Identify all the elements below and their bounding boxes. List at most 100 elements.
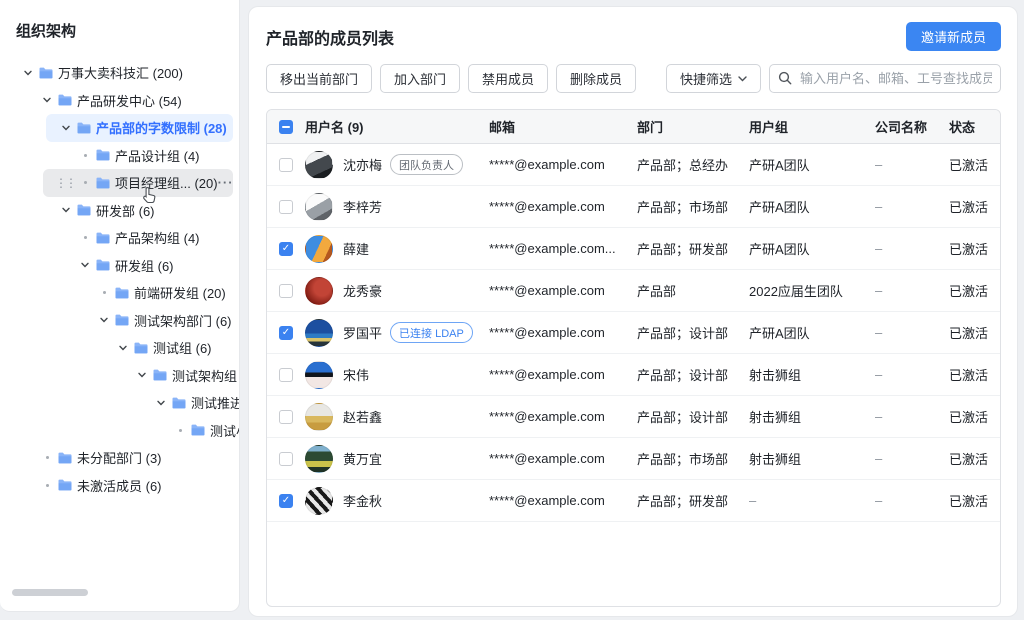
- row-checkbox[interactable]: [279, 326, 293, 340]
- member-panel: 产品部的成员列表 邀请新成员 移出当前部门加入部门禁用成员删除成员 快捷筛选 用…: [248, 6, 1018, 617]
- table-row[interactable]: 沈亦梅 团队负责人 *****@example.com 产品部；总经办 产研A团…: [267, 144, 1000, 186]
- avatar: [305, 445, 333, 473]
- select-all-checkbox[interactable]: [279, 120, 293, 134]
- member-department: 产品部；研发部: [637, 239, 749, 258]
- chevron-down-icon[interactable]: [42, 95, 52, 105]
- member-company: –: [875, 409, 949, 424]
- tree-item[interactable]: 产品架构组 (4): [65, 224, 233, 252]
- column-header[interactable]: 邮箱: [489, 117, 637, 136]
- member-status: 已激活: [949, 239, 1000, 258]
- tree-item-label: 测试架构组 (6): [172, 366, 240, 385]
- hand-cursor-icon: [142, 186, 158, 204]
- chevron-down-icon[interactable]: [137, 370, 147, 380]
- folder-icon: [57, 477, 73, 493]
- search-box[interactable]: [769, 64, 1001, 93]
- tree-item[interactable]: 未激活成员 (6): [27, 472, 233, 500]
- member-company: –: [875, 241, 949, 256]
- chevron-down-icon[interactable]: [118, 343, 128, 353]
- avatar: [305, 487, 333, 515]
- drag-handle-icon[interactable]: ⋮⋮: [55, 176, 77, 190]
- quick-filter-dropdown[interactable]: 快捷筛选: [666, 64, 761, 93]
- member-company: –: [875, 367, 949, 382]
- chevron-down-icon[interactable]: [99, 315, 109, 325]
- folder-icon: [95, 257, 111, 273]
- bulk-actions: 移出当前部门加入部门禁用成员删除成员: [266, 64, 636, 93]
- table-row[interactable]: 李梓芳 *****@example.com 产品部；市场部 产研A团队 – 已激…: [267, 186, 1000, 228]
- horizontal-scrollbar-thumb[interactable]: [12, 589, 88, 596]
- chevron-down-icon[interactable]: [61, 123, 71, 133]
- row-checkbox[interactable]: [279, 158, 293, 172]
- column-header[interactable]: 用户组: [749, 117, 875, 136]
- tree-item[interactable]: 测试架构部门 (6): [84, 307, 233, 335]
- invite-member-button[interactable]: 邀请新成员: [906, 22, 1001, 51]
- toolbar: 移出当前部门加入部门禁用成员删除成员 快捷筛选: [249, 64, 1017, 93]
- chevron-down-icon[interactable]: [80, 260, 90, 270]
- row-checkbox[interactable]: [279, 284, 293, 298]
- table-head-cells: 用户名 (9)邮箱部门用户组公司名称状态: [305, 117, 1000, 136]
- tree-item[interactable]: 研发组 (6): [65, 252, 233, 280]
- member-usergroup: 产研A团队: [749, 323, 875, 342]
- avatar: [305, 277, 333, 305]
- tree-item[interactable]: 前端研发组 (20): [84, 279, 233, 307]
- table-row[interactable]: 罗国平 已连接 LDAP *****@example.com 产品部；设计部 产…: [267, 312, 1000, 354]
- table-row[interactable]: 李金秋 *****@example.com 产品部；研发部 – – 已激活: [267, 480, 1000, 522]
- chevron-down-icon[interactable]: [61, 205, 71, 215]
- column-header[interactable]: 公司名称: [875, 117, 949, 136]
- row-checkbox[interactable]: [279, 494, 293, 508]
- bulk-action-button[interactable]: 移出当前部门: [266, 64, 372, 93]
- tree-item[interactable]: 万事大卖科技汇 (200): [8, 59, 233, 87]
- row-checkbox[interactable]: [279, 242, 293, 256]
- member-name: 罗国平: [343, 323, 382, 342]
- member-department: 产品部；市场部: [637, 197, 749, 216]
- more-actions-icon[interactable]: ···: [218, 175, 240, 190]
- folder-icon: [57, 450, 73, 466]
- bulk-action-button[interactable]: 禁用成员: [468, 64, 548, 93]
- row-checkbox[interactable]: [279, 200, 293, 214]
- table-row[interactable]: 赵若鑫 *****@example.com 产品部；设计部 射击狮组 – 已激活: [267, 396, 1000, 438]
- member-name: 黄万宜: [343, 449, 382, 468]
- tree-item[interactable]: ⋮⋮ 项目经理组... (20) ···: [43, 169, 233, 197]
- table-row[interactable]: 宋伟 *****@example.com 产品部；设计部 射击狮组 – 已激活: [267, 354, 1000, 396]
- leaf-dot-icon: [84, 154, 87, 157]
- folder-icon: [95, 147, 111, 163]
- folder-icon: [114, 285, 130, 301]
- row-checkbox[interactable]: [279, 410, 293, 424]
- tree-item-label: 产品部的字数限制 (28): [96, 118, 227, 137]
- tree-item[interactable]: 测试架构组 (6): [122, 362, 233, 390]
- tree-item[interactable]: 产品研发中心 (54): [27, 87, 233, 115]
- row-checkbox[interactable]: [279, 452, 293, 466]
- folder-icon: [38, 65, 54, 81]
- leaf-dot-icon: [179, 429, 182, 432]
- column-header[interactable]: 部门: [637, 117, 749, 136]
- member-status: 已激活: [949, 197, 1000, 216]
- tree-item[interactable]: 研发部 (6): [46, 197, 233, 225]
- table-row[interactable]: 龙秀豪 *****@example.com 产品部 2022应届生团队 – 已激…: [267, 270, 1000, 312]
- tree-item[interactable]: 未分配部门 (3): [27, 444, 233, 472]
- chevron-down-icon[interactable]: [23, 68, 33, 78]
- member-department: 产品部；设计部: [637, 407, 749, 426]
- avatar: [305, 361, 333, 389]
- member-email: *****@example.com: [489, 325, 637, 340]
- tree-item-label: 产品架构组 (4): [115, 228, 200, 247]
- row-checkbox[interactable]: [279, 368, 293, 382]
- bulk-action-button[interactable]: 加入部门: [380, 64, 460, 93]
- panel-header: 产品部的成员列表 邀请新成员: [249, 7, 1017, 51]
- tree-item[interactable]: 测试推进小组: [141, 389, 233, 417]
- tree-item[interactable]: 产品设计组 (4): [65, 142, 233, 170]
- member-department: 产品部；总经办: [637, 155, 749, 174]
- tree-item[interactable]: 产品部的字数限制 (28): [46, 114, 233, 142]
- member-status: 已激活: [949, 407, 1000, 426]
- member-email: *****@example.com: [489, 199, 637, 214]
- tree-item[interactable]: 测试组 (6): [103, 334, 233, 362]
- bulk-action-button[interactable]: 删除成员: [556, 64, 636, 93]
- tree-item[interactable]: 测试小组: [160, 417, 233, 445]
- column-header[interactable]: 状态: [949, 117, 1000, 136]
- member-name: 李金秋: [343, 491, 382, 510]
- column-header[interactable]: 用户名 (9): [305, 117, 489, 136]
- member-tag: 团队负责人: [390, 154, 463, 175]
- table-row[interactable]: 黄万宜 *****@example.com 产品部；市场部 射击狮组 – 已激活: [267, 438, 1000, 480]
- search-input[interactable]: [769, 64, 1001, 93]
- chevron-down-icon[interactable]: [156, 398, 166, 408]
- table-row[interactable]: 薛建 *****@example.com... 产品部；研发部 产研A团队 – …: [267, 228, 1000, 270]
- folder-icon: [171, 395, 187, 411]
